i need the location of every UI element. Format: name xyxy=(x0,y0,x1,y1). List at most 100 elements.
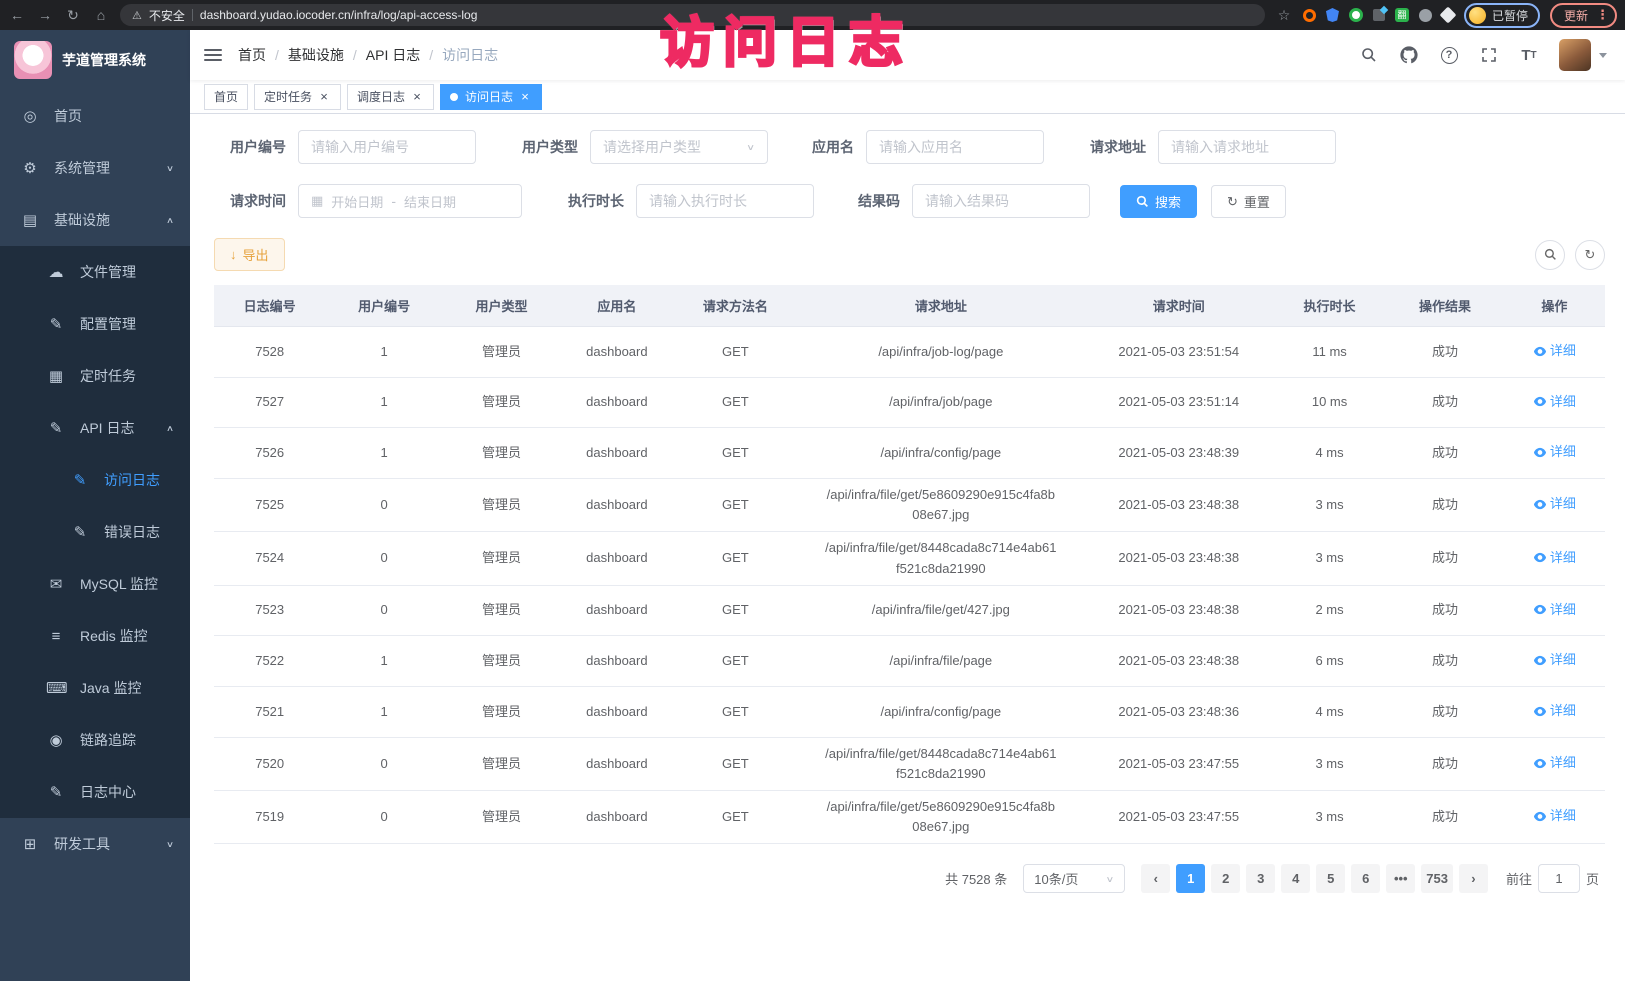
sidebar-item[interactable]: ✎ API 日志 ∧ xyxy=(0,402,190,454)
detail-link[interactable]: 详细 xyxy=(1533,600,1576,620)
user-type-select[interactable]: 请选择用户类型 ∨ xyxy=(590,130,768,164)
page-number-button[interactable]: 1 xyxy=(1176,864,1205,893)
search-button[interactable]: 搜索 xyxy=(1120,185,1197,218)
bookmark-star-icon[interactable]: ☆ xyxy=(1275,7,1293,24)
tag-close-icon[interactable]: × xyxy=(518,90,532,104)
sidebar-item[interactable]: ▤ 基础设施 ∧ xyxy=(0,194,190,246)
page-number-button[interactable]: 2 xyxy=(1211,864,1240,893)
user-id-input[interactable] xyxy=(311,139,463,155)
sidebar-item-label: 链路追踪 xyxy=(80,730,136,750)
detail-link-label: 详细 xyxy=(1550,548,1576,568)
tag-item[interactable]: 定时任务 × xyxy=(254,84,341,110)
sidebar-item[interactable]: ⚙ 系统管理 ∨ xyxy=(0,142,190,194)
page-number-button[interactable]: 753 xyxy=(1421,864,1453,893)
sidebar-item[interactable]: ⌨ Java 监控 xyxy=(0,662,190,714)
detail-link[interactable]: 详细 xyxy=(1533,548,1576,568)
sidebar-item[interactable]: ✎ 错误日志 xyxy=(0,506,190,558)
sidebar-item[interactable]: ✎ 配置管理 xyxy=(0,298,190,350)
sidebar-item[interactable]: ▦ 定时任务 xyxy=(0,350,190,402)
translate-extension-icon[interactable]: 翻 xyxy=(1395,8,1409,22)
sidebar-item[interactable]: ☁ 文件管理 xyxy=(0,246,190,298)
reset-button[interactable]: ↻ 重置 xyxy=(1211,185,1286,218)
detail-link[interactable]: 详细 xyxy=(1533,494,1576,514)
sidebar-item[interactable]: ◉ 链路追踪 xyxy=(0,714,190,766)
breadcrumb-link[interactable]: 基础设施 xyxy=(288,45,344,65)
page-number-button[interactable]: ••• xyxy=(1386,864,1415,893)
tag-item[interactable]: 调度日志 × xyxy=(347,84,434,110)
tag-close-icon[interactable]: × xyxy=(410,90,424,104)
page-number-button[interactable]: 3 xyxy=(1246,864,1275,893)
prev-page-button[interactable]: ‹ xyxy=(1141,864,1170,893)
extension-icon-1[interactable] xyxy=(1303,9,1316,22)
sidebar-item[interactable]: ✎ 日志中心 xyxy=(0,766,190,818)
reload-icon[interactable]: ↻ xyxy=(64,7,82,24)
detail-link[interactable]: 详细 xyxy=(1533,392,1576,412)
back-icon[interactable]: ← xyxy=(8,7,26,23)
tag-close-icon[interactable]: × xyxy=(317,90,331,104)
cell-log-id: 7524 xyxy=(214,532,325,585)
address-bar[interactable]: ⚠ 不安全 dashboard.yudao.iocoder.cn/infra/l… xyxy=(120,4,1265,26)
extension-icon-3[interactable] xyxy=(1349,8,1363,22)
breadcrumb-link[interactable]: 访问日志 xyxy=(442,45,498,65)
forward-icon[interactable]: → xyxy=(36,7,54,23)
page-number-button[interactable]: 4 xyxy=(1281,864,1310,893)
request-url-input[interactable] xyxy=(1171,139,1323,155)
detail-link[interactable]: 详细 xyxy=(1533,341,1576,361)
tag-item[interactable]: 首页 xyxy=(204,84,248,110)
sidebar-item[interactable]: ≡ Redis 监控 xyxy=(0,610,190,662)
user-menu[interactable] xyxy=(1559,39,1607,71)
breadcrumb-separator: / xyxy=(429,47,433,63)
table-column-header: 操作结果 xyxy=(1386,285,1503,327)
detail-link[interactable]: 详细 xyxy=(1533,806,1576,826)
detail-link[interactable]: 详细 xyxy=(1533,650,1576,670)
url-text[interactable]: dashboard.yudao.iocoder.cn/infra/log/api… xyxy=(200,8,478,22)
detail-link[interactable]: 详细 xyxy=(1533,442,1576,462)
fullscreen-icon[interactable] xyxy=(1479,45,1499,65)
detail-link[interactable]: 详细 xyxy=(1533,701,1576,721)
page-number-button[interactable]: 6 xyxy=(1351,864,1380,893)
cell-app-name: dashboard xyxy=(560,585,673,636)
page-number-button[interactable]: 5 xyxy=(1316,864,1345,893)
browser-menu-icon[interactable]: ⋮ xyxy=(1596,7,1609,23)
caret-down-icon xyxy=(1599,53,1607,58)
extension-icon-7[interactable] xyxy=(1439,7,1456,24)
detail-link[interactable]: 详细 xyxy=(1533,753,1576,773)
refresh-table-button[interactable]: ↻ xyxy=(1575,240,1605,270)
cell-result: 成功 xyxy=(1386,327,1503,378)
font-size-icon[interactable]: TT xyxy=(1519,45,1539,65)
filter-label-duration: 执行时长 xyxy=(552,191,624,211)
sidebar-item[interactable]: ✉ MySQL 监控 xyxy=(0,558,190,610)
cell-request-time: 2021-05-03 23:48:38 xyxy=(1085,532,1273,585)
filter-user-type: 用户类型 请选择用户类型 ∨ xyxy=(506,130,768,164)
result-code-input[interactable] xyxy=(925,193,1077,209)
sidebar-item[interactable]: ◎ 首页 xyxy=(0,90,190,142)
sidebar-item[interactable]: ✎ 访问日志 xyxy=(0,454,190,506)
tag-item[interactable]: 访问日志 × xyxy=(440,84,542,110)
sidebar-item[interactable]: ⊞ 研发工具 ∨ xyxy=(0,818,190,870)
page-size-select[interactable]: 10条/页 ∨ xyxy=(1023,864,1125,893)
home-icon[interactable]: ⌂ xyxy=(92,7,110,23)
date-range-picker[interactable]: ▦ 开始日期 - 结束日期 xyxy=(298,184,522,218)
search-icon[interactable] xyxy=(1359,45,1379,65)
breadcrumb-link[interactable]: 首页 xyxy=(238,45,266,65)
java-monitor-icon: ⌨ xyxy=(46,679,66,697)
extension-icon-6[interactable] xyxy=(1419,9,1432,22)
toggle-search-button[interactable] xyxy=(1535,240,1565,270)
cell-app-name: dashboard xyxy=(560,532,673,585)
duration-input[interactable] xyxy=(649,193,801,209)
search-button-label: 搜索 xyxy=(1155,192,1181,211)
help-icon[interactable]: ? xyxy=(1439,45,1459,65)
profile-paused-badge[interactable]: 已暂停 xyxy=(1464,3,1540,28)
app-name-input[interactable] xyxy=(879,139,1031,155)
goto-page-input[interactable] xyxy=(1538,864,1580,893)
export-button[interactable]: ↓ 导出 xyxy=(214,238,285,271)
hamburger-icon[interactable] xyxy=(204,49,222,61)
sidebar-item-label: 首页 xyxy=(54,106,82,126)
github-icon[interactable] xyxy=(1399,45,1419,65)
browser-update-button[interactable]: 更新 ⋮ xyxy=(1550,3,1617,28)
app-logo[interactable]: 芋道管理系统 xyxy=(0,30,190,90)
extension-icon-4[interactable] xyxy=(1373,9,1385,21)
extension-icon-2[interactable] xyxy=(1326,8,1339,22)
breadcrumb-link[interactable]: API 日志 xyxy=(366,45,420,65)
next-page-button[interactable]: › xyxy=(1459,864,1488,893)
